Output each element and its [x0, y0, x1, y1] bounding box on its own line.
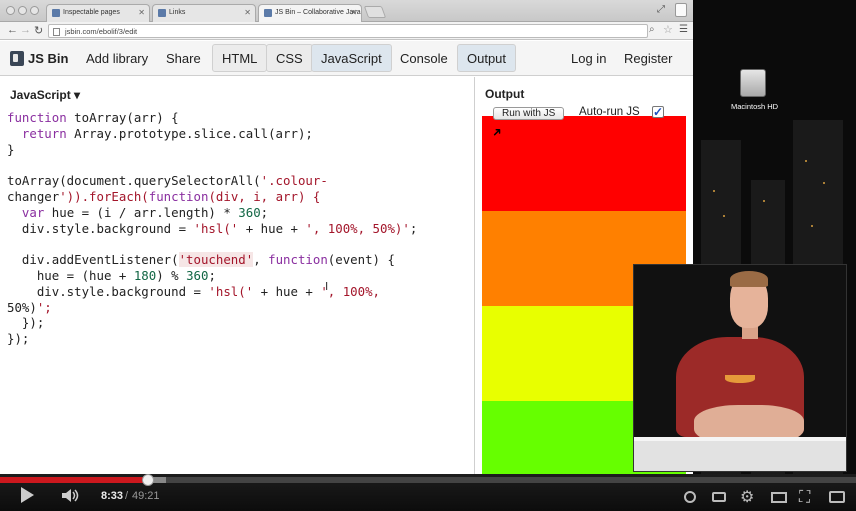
- zoom-icon[interactable]: ⌕: [649, 24, 655, 35]
- city-light: [805, 160, 807, 162]
- tab-links[interactable]: Links ✕: [152, 4, 256, 22]
- run-with-js-button[interactable]: Run with JS: [493, 107, 565, 120]
- presenter-webcam: [633, 264, 847, 472]
- volume-icon[interactable]: [62, 489, 80, 502]
- city-light: [823, 182, 825, 184]
- new-tab-button[interactable]: [363, 6, 387, 18]
- tab-strip: Inspectable pages ✕ Links ✕ JS Bin – Col…: [0, 0, 693, 22]
- tab-javascript[interactable]: JavaScript: [311, 44, 392, 72]
- watch-later-icon[interactable]: [684, 491, 696, 503]
- forward-arrow-icon[interactable]: →: [20, 24, 31, 36]
- code-line[interactable]: });: [7, 315, 417, 331]
- desk: [634, 441, 846, 471]
- zoom-window-button[interactable]: [30, 6, 39, 15]
- browser-window: Inspectable pages ✕ Links ✕ JS Bin – Col…: [0, 0, 693, 474]
- time-separator: /: [125, 490, 129, 502]
- jsbin-favicon-icon: [264, 9, 272, 17]
- city-light: [713, 190, 715, 192]
- address-bar[interactable]: jsbin.com/ebolif/3/edit: [48, 24, 648, 38]
- hard-drive-label[interactable]: Macintosh HD: [731, 102, 778, 111]
- jsbin-navbar: JS Bin Add library Share HTML CSS JavaSc…: [0, 41, 693, 76]
- output-panel-label: Output: [485, 87, 525, 101]
- city-light: [811, 225, 813, 227]
- play-icon[interactable]: [21, 487, 34, 503]
- tab-css[interactable]: CSS: [266, 44, 313, 72]
- autorun-checkbox[interactable]: ✓: [652, 106, 664, 118]
- reload-icon[interactable]: ↻: [34, 24, 43, 37]
- code-line[interactable]: });: [7, 331, 417, 347]
- browser-toolbar: ← → ↻ jsbin.com/ebolif/3/edit ⌕ ☆ ☰: [0, 22, 693, 40]
- page-favicon-icon: [158, 9, 166, 17]
- code-line[interactable]: return Array.prototype.slice.call(arr);: [7, 126, 417, 142]
- scrubber-handle[interactable]: [142, 474, 154, 486]
- current-time: 8:33: [101, 490, 124, 502]
- javascript-editor[interactable]: JavaScript ▾ function toArray(arr) { ret…: [0, 77, 475, 474]
- close-window-button[interactable]: [6, 6, 15, 15]
- theater-mode-icon[interactable]: [771, 492, 787, 503]
- code-line[interactable]: }: [7, 142, 417, 158]
- code-line[interactable]: div.style.background = 'hsl(' + hue + ',…: [7, 284, 417, 300]
- city-light: [763, 200, 765, 202]
- jsbin-logo-icon: [10, 50, 24, 66]
- tab-html[interactable]: HTML: [212, 44, 268, 72]
- total-time: 49:21: [132, 490, 160, 502]
- jsbin-logo-text: JS Bin: [28, 50, 69, 66]
- back-arrow-icon[interactable]: ←: [7, 24, 18, 36]
- bookmark-star-icon[interactable]: ☆: [663, 23, 673, 36]
- code-line[interactable]: var hue = (i / arr.length) * 360;: [7, 205, 417, 221]
- profile-icon[interactable]: [675, 3, 687, 17]
- fullscreen-toggle-icon[interactable]: ⤢: [657, 4, 665, 15]
- shirt-logo-icon: [725, 375, 755, 383]
- code-line[interactable]: 50%)';: [7, 300, 417, 316]
- add-library-link[interactable]: Add library: [86, 51, 148, 66]
- login-link[interactable]: Log in: [571, 51, 606, 66]
- cast-icon[interactable]: [829, 491, 845, 503]
- tab-jsbin[interactable]: JS Bin – Collaborative Java ✕: [258, 4, 362, 22]
- code-line[interactable]: [7, 157, 417, 173]
- autorun-label: Auto-run JS: [579, 106, 640, 118]
- code-line[interactable]: toArray(document.querySelectorAll('.colo…: [7, 173, 417, 189]
- url-text: jsbin.com/ebolif/3/edit: [65, 27, 138, 36]
- code-area[interactable]: function toArray(arr) { return Array.pro…: [7, 110, 417, 347]
- tab-close-icon[interactable]: ✕: [138, 8, 145, 17]
- jsbin-logo[interactable]: JS Bin: [10, 49, 68, 67]
- gear-icon[interactable]: ⚙: [740, 487, 754, 507]
- tab-close-icon[interactable]: ✕: [350, 8, 357, 17]
- menu-icon[interactable]: ☰: [679, 24, 688, 35]
- tab-output[interactable]: Output: [457, 44, 517, 72]
- colour-changer-div[interactable]: [482, 116, 686, 211]
- tab-inspectable-pages[interactable]: Inspectable pages ✕: [46, 4, 150, 22]
- tab-console[interactable]: Console: [390, 44, 458, 72]
- progress-bar[interactable]: [0, 474, 856, 486]
- page-icon: [53, 28, 60, 36]
- code-line[interactable]: div.style.background = 'hsl(' + hue + ',…: [7, 221, 417, 237]
- text-cursor-icon: I: [325, 280, 329, 293]
- video-controls: 8:33 / 49:21 ⚙ ⛶: [0, 474, 856, 511]
- code-line[interactable]: [7, 236, 417, 252]
- editor-panel-label[interactable]: JavaScript ▾: [10, 88, 80, 102]
- played-bar: [0, 477, 148, 483]
- register-link[interactable]: Register: [624, 51, 672, 66]
- tab-label: Inspectable pages: [63, 9, 120, 16]
- fullscreen-icon[interactable]: ⛶: [799, 489, 810, 507]
- page-favicon-icon: [52, 9, 60, 17]
- tab-close-icon[interactable]: ✕: [244, 8, 251, 17]
- hard-drive-icon[interactable]: [740, 69, 766, 97]
- city-light: [723, 215, 725, 217]
- subtitles-icon[interactable]: [712, 492, 726, 502]
- presenter-hair: [730, 271, 768, 287]
- tab-label: JS Bin – Collaborative Java: [275, 9, 361, 16]
- minimize-window-button[interactable]: [18, 6, 27, 15]
- share-link[interactable]: Share: [166, 51, 201, 66]
- code-line[interactable]: div.addEventListener('touchend', functio…: [7, 252, 417, 268]
- tab-label: Links: [169, 9, 186, 16]
- code-line[interactable]: function toArray(arr) {: [7, 110, 417, 126]
- code-line[interactable]: hue = (hue + 180) % 360;: [7, 268, 417, 284]
- code-line[interactable]: changer')).forEach(function(div, i, arr)…: [7, 189, 417, 205]
